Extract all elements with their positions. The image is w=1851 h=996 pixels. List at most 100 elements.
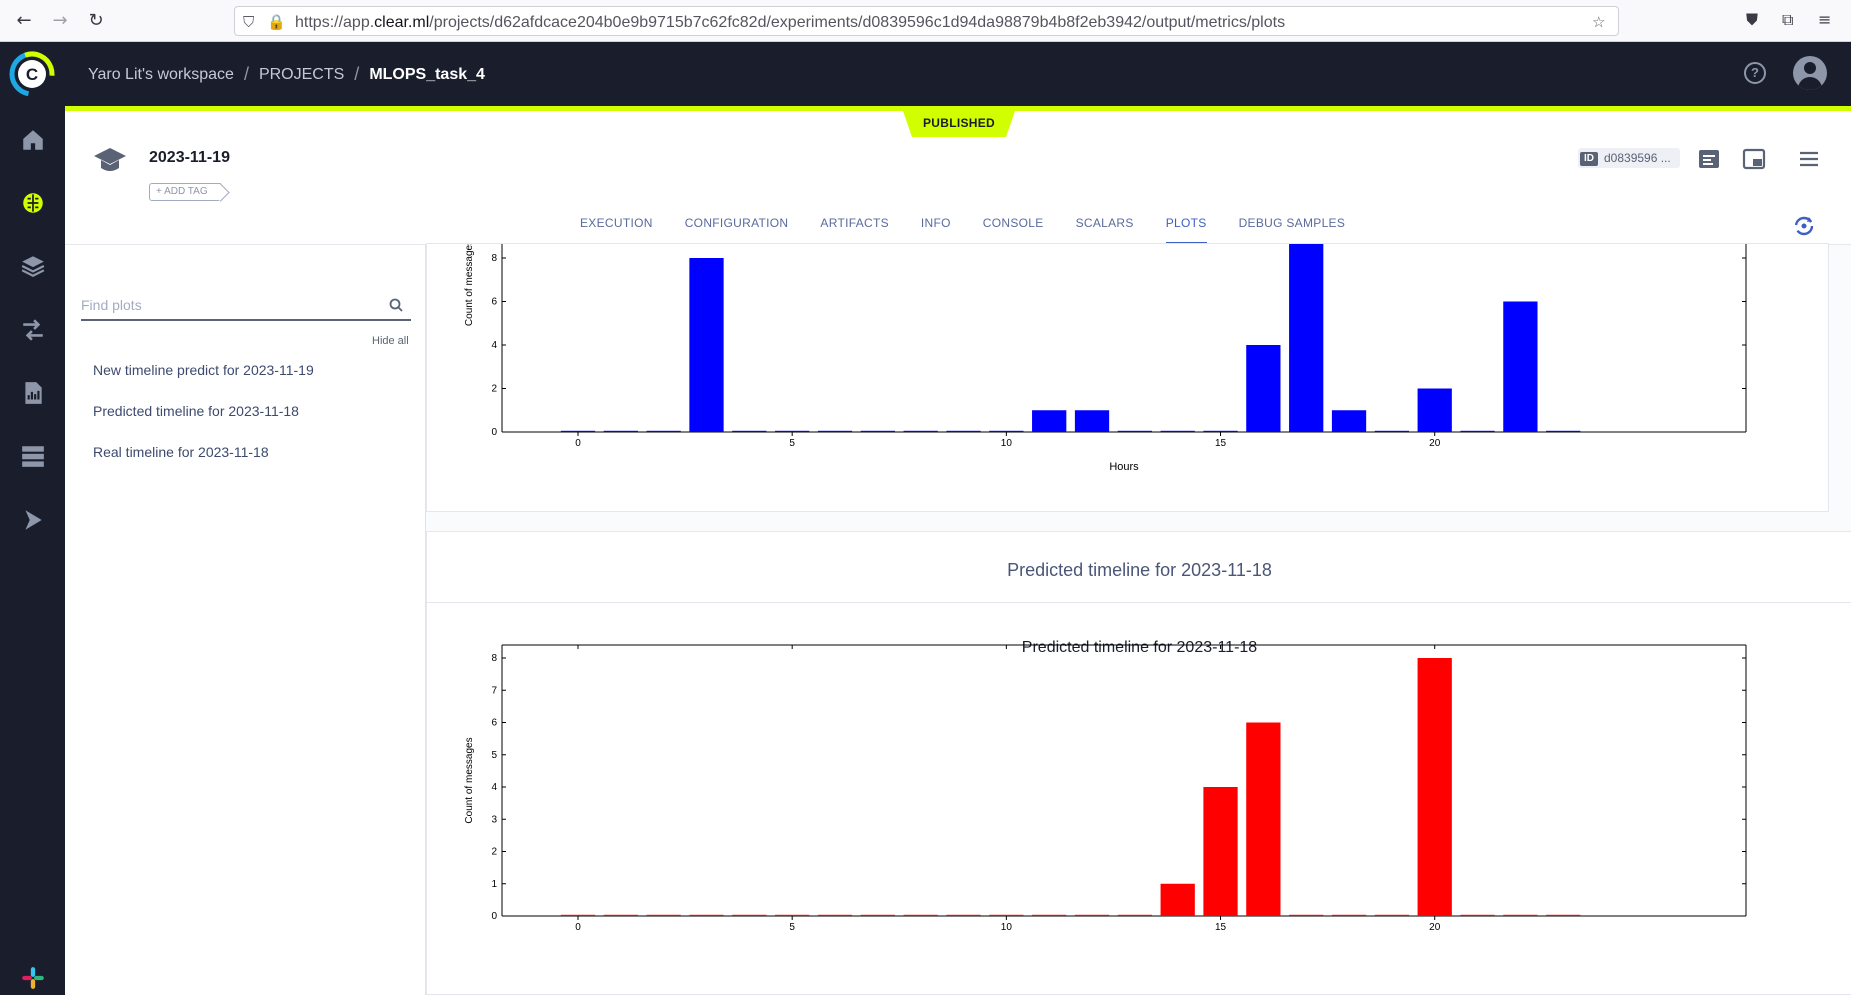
help-icon[interactable]: ? bbox=[1744, 62, 1766, 84]
chart-bar bbox=[1374, 914, 1410, 916]
chart-bar bbox=[1203, 430, 1238, 432]
shield-icon: ⛉ bbox=[243, 13, 255, 31]
avatar[interactable] bbox=[1793, 56, 1827, 90]
chart-bar bbox=[1074, 410, 1110, 432]
layout-toggle-icon[interactable] bbox=[1742, 148, 1766, 170]
find-plots-input[interactable] bbox=[81, 293, 371, 313]
x-tick-label: 0 bbox=[575, 438, 581, 449]
x-tick-label: 0 bbox=[575, 922, 581, 933]
chart-bar bbox=[689, 258, 724, 432]
lock-icon: 🔒 bbox=[267, 13, 286, 31]
y-tick-label: 0 bbox=[491, 427, 497, 438]
predicted-timeline-chart[interactable]: 0 5 10 15 20 0 1 2 3 4 5 6 7 8 Count of messages bbox=[427, 532, 1851, 996]
project-link[interactable]: MLOPS_task_4 bbox=[369, 66, 485, 84]
y-tick-label: 3 bbox=[491, 814, 497, 825]
workers-queues-icon[interactable] bbox=[18, 505, 48, 535]
chart-bar bbox=[732, 430, 767, 432]
tab-debug-samples[interactable]: DEBUG SAMPLES bbox=[1239, 212, 1346, 244]
projects-link[interactable]: PROJECTS bbox=[259, 66, 344, 84]
y-tick-label: 7 bbox=[491, 685, 497, 696]
experiment-title[interactable]: 2023-11-19 bbox=[149, 149, 230, 167]
hide-all-link[interactable]: Hide all bbox=[372, 335, 409, 347]
chart-bar bbox=[775, 914, 810, 916]
menu-icon[interactable]: ≡ bbox=[1818, 10, 1831, 29]
chart-bar bbox=[903, 430, 938, 432]
plot-list-item[interactable]: Predicted timeline for 2023-11-18 bbox=[93, 403, 299, 419]
clearml-logo-icon[interactable]: C bbox=[8, 50, 56, 98]
chart-bar bbox=[1503, 301, 1538, 432]
pipelines-icon[interactable] bbox=[18, 315, 48, 345]
x-tick-label: 20 bbox=[1429, 922, 1441, 933]
slack-icon[interactable] bbox=[18, 963, 48, 993]
chart-bar bbox=[1246, 722, 1281, 916]
tab-artifacts[interactable]: ARTIFACTS bbox=[820, 212, 889, 244]
chart-bar bbox=[1117, 430, 1152, 432]
workspace-link[interactable]: Yaro Lit's workspace bbox=[88, 66, 234, 84]
chart-bar bbox=[1460, 914, 1495, 916]
chart-bar bbox=[1503, 914, 1538, 916]
home-icon[interactable] bbox=[18, 125, 48, 155]
search-icon[interactable] bbox=[389, 298, 403, 312]
extensions-icon[interactable]: ⧉ bbox=[1782, 10, 1793, 30]
url-text: https://app.clear.ml/projects/d62afdcace… bbox=[295, 14, 1286, 31]
reports-icon[interactable] bbox=[18, 378, 48, 408]
add-tag-button[interactable]: + ADD TAG bbox=[149, 183, 221, 201]
chart-bar bbox=[1289, 244, 1324, 432]
tab-console[interactable]: CONSOLE bbox=[983, 212, 1044, 244]
chart-bar bbox=[1246, 345, 1281, 432]
address-bar[interactable]: ⛉ 🔒 https://app.clear.ml/projects/d62afd… bbox=[234, 6, 1619, 36]
plot-section-predicted: Predicted timeline for 2023-11-18 Predic… bbox=[426, 531, 1851, 995]
experiments-brain-icon[interactable] bbox=[18, 188, 48, 218]
x-tick-label: 10 bbox=[1001, 438, 1013, 449]
chart-bar bbox=[560, 430, 596, 432]
y-tick-label: 4 bbox=[491, 340, 497, 351]
real-timeline-chart[interactable]: 0 5 10 15 20 0 2 4 6 8 Hours Count of messages bbox=[427, 240, 1830, 513]
y-tick-label: 1 bbox=[491, 879, 497, 890]
y-tick-label: 8 bbox=[491, 253, 497, 264]
tab-plots[interactable]: PLOTS bbox=[1165, 212, 1207, 244]
chart-bar bbox=[1331, 914, 1367, 916]
x-tick-label: 15 bbox=[1215, 438, 1227, 449]
y-tick-label: 2 bbox=[491, 847, 497, 858]
chart-bar bbox=[817, 914, 853, 916]
chart-bar bbox=[1032, 914, 1067, 916]
chart-bar bbox=[689, 914, 724, 916]
plot-list-item[interactable]: New timeline predict for 2023-11-19 bbox=[93, 362, 314, 378]
plot-card-real-timeline: 0 5 10 15 20 0 2 4 6 8 Hours Count of messages bbox=[426, 240, 1830, 513]
bookmark-star-icon[interactable]: ☆ bbox=[1592, 13, 1605, 31]
experiment-id-badge[interactable]: ID d0839596 ... bbox=[1578, 148, 1680, 168]
refresh-icon[interactable] bbox=[1792, 214, 1816, 238]
tab-scalars[interactable]: SCALARS bbox=[1076, 212, 1134, 244]
y-axis-label: Count of messages bbox=[464, 244, 475, 326]
back-icon[interactable]: ← bbox=[12, 9, 36, 33]
details-panel-icon[interactable] bbox=[1697, 148, 1721, 170]
chart-bar bbox=[560, 914, 596, 916]
chart-bar bbox=[1289, 914, 1324, 916]
y-tick-label: 0 bbox=[491, 911, 497, 922]
pocket-icon[interactable]: ⛊ bbox=[1746, 10, 1758, 30]
more-menu-icon[interactable] bbox=[1797, 148, 1821, 170]
y-tick-label: 8 bbox=[491, 653, 497, 664]
tab-execution[interactable]: EXECUTION bbox=[580, 212, 653, 244]
tab-configuration[interactable]: CONFIGURATION bbox=[685, 212, 789, 244]
datasets-icon[interactable] bbox=[18, 441, 48, 471]
x-tick-label: 20 bbox=[1429, 438, 1441, 449]
chart-bar bbox=[989, 430, 1024, 432]
id-label: ID bbox=[1580, 152, 1598, 166]
chart-bar bbox=[732, 914, 767, 916]
plot-list-item[interactable]: Real timeline for 2023-11-18 bbox=[93, 444, 269, 460]
models-layers-icon[interactable] bbox=[18, 251, 48, 281]
browser-toolbar: ← → ↻ ⛉ 🔒 https://app.clear.ml/projects/… bbox=[0, 0, 1851, 42]
graduation-cap-icon bbox=[94, 148, 126, 171]
tab-info[interactable]: INFO bbox=[921, 212, 951, 244]
chart-bar bbox=[903, 914, 938, 916]
chart-bar bbox=[817, 430, 853, 432]
chart-bar bbox=[1160, 883, 1195, 916]
forward-icon[interactable]: → bbox=[48, 9, 72, 33]
chart-bar bbox=[1460, 430, 1495, 432]
y-tick-label: 4 bbox=[491, 782, 497, 793]
chart-bar bbox=[1117, 914, 1152, 916]
breadcrumb: Yaro Lit's workspace / PROJECTS / MLOPS_task… bbox=[88, 64, 485, 84]
chart-bar bbox=[1417, 388, 1452, 432]
reload-icon[interactable]: ↻ bbox=[84, 9, 108, 33]
